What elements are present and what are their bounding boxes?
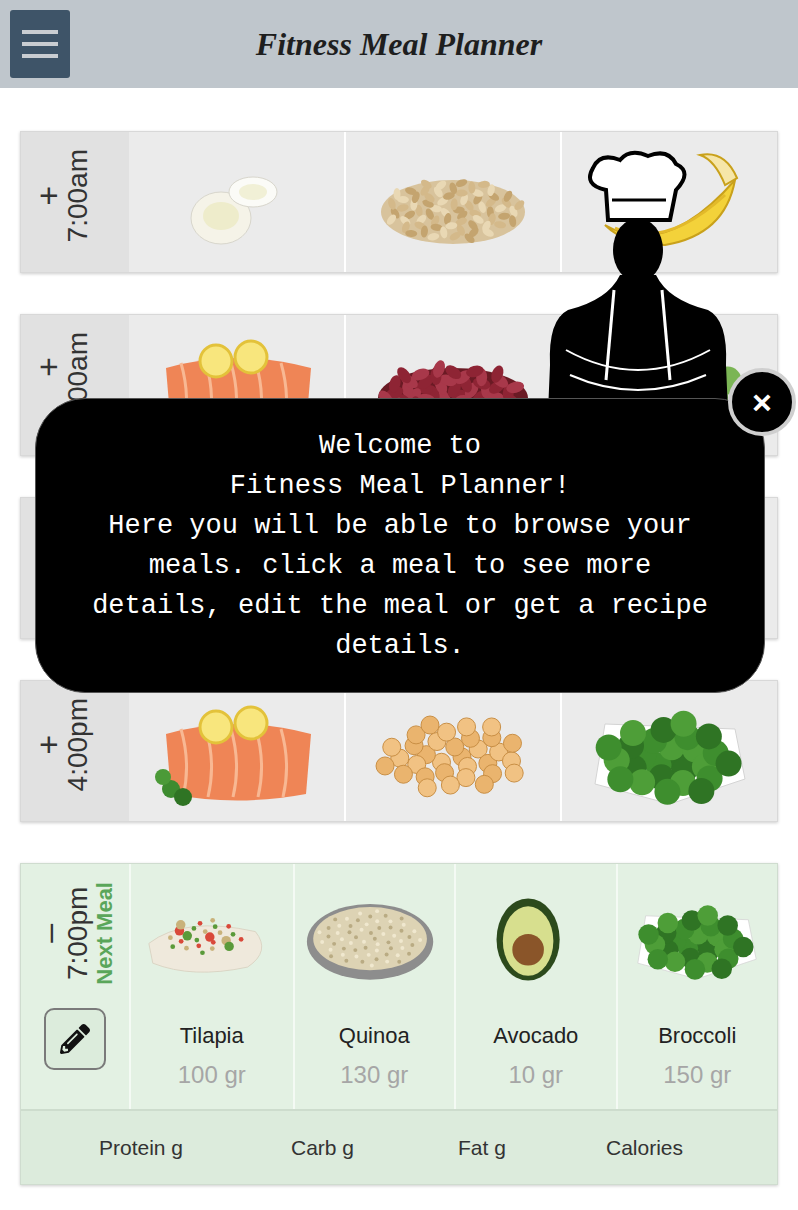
food-cell[interactable] (562, 681, 777, 821)
tooltip-line: Fitness Meal Planner! (230, 466, 570, 506)
food-cell[interactable] (346, 132, 561, 272)
welcome-tooltip: Welcome toFitness Meal Planner!Here you … (35, 398, 765, 693)
food-amount: 100 gr (178, 1060, 246, 1090)
food-cell[interactable]: Avocado 10 gr (454, 864, 616, 1109)
food-amount: 150 gr (663, 1060, 731, 1090)
totals-bar: Protein gCarb gFat gCalories (21, 1109, 777, 1184)
food-cell[interactable] (346, 681, 561, 821)
food-photo (141, 689, 331, 814)
menu-bar-icon (22, 42, 58, 46)
total-label: Carb g (291, 1132, 458, 1164)
meal-label-column: +4:00pm (21, 681, 129, 821)
tooltip-line: meals. click a meal to see more (149, 546, 651, 586)
food-photo (358, 140, 548, 265)
food-cell[interactable]: Tilapia 100 gr (131, 864, 293, 1109)
food-amount: 10 gr (508, 1060, 563, 1090)
tooltip-line: Welcome to (319, 426, 481, 466)
meal-time-label: –7:00pmNext Meal (21, 864, 129, 1004)
expand-toggle[interactable]: + (33, 357, 63, 377)
expand-toggle[interactable]: + (33, 735, 63, 755)
food-name: Tilapia (180, 1022, 244, 1050)
food-photo (299, 875, 449, 1000)
tooltip-line: Here you will be able to browse your (108, 506, 691, 546)
food-photo (358, 689, 548, 814)
food-name: Avocado (493, 1022, 578, 1050)
total-label: Protein g (99, 1132, 291, 1164)
meal-row[interactable]: +4:00pm (20, 680, 778, 822)
meal-label-column: –7:00pmNext Meal (21, 864, 129, 1109)
meal-time-label: +4:00pm (21, 680, 129, 822)
menu-bar-icon (22, 54, 58, 58)
chef-mascot-icon (548, 150, 728, 412)
menu-button[interactable] (10, 10, 70, 78)
meal-time: 4:00pm (63, 698, 93, 791)
expand-toggle[interactable]: + (33, 186, 63, 206)
food-photo (461, 875, 611, 1000)
food-photo (141, 140, 331, 265)
food-photo (622, 875, 772, 1000)
header: Fitness Meal Planner (0, 0, 798, 88)
food-photo (575, 689, 765, 814)
total-label: Calories (606, 1132, 683, 1164)
pencil-icon (60, 1024, 90, 1054)
meal-time-label: +7:00am (21, 131, 129, 273)
meal-time: 7:00am (63, 149, 93, 242)
tooltip-line: details, edit the meal or get a recipe (92, 586, 708, 626)
menu-bar-icon (22, 30, 58, 34)
food-cell[interactable] (129, 132, 344, 272)
food-amount: 130 gr (340, 1060, 408, 1090)
food-name: Quinoa (339, 1022, 410, 1050)
total-label: Fat g (458, 1132, 606, 1164)
expand-toggle[interactable]: – (33, 924, 63, 943)
food-cell[interactable]: Quinoa 130 gr (293, 864, 455, 1109)
meal-time: 00am (63, 332, 93, 402)
food-name: Broccoli (658, 1022, 736, 1050)
meal-time: 7:00pm (63, 887, 93, 980)
app-title: Fitness Meal Planner (80, 20, 718, 68)
tooltip-line: details. (335, 626, 465, 666)
close-button[interactable]: × (728, 368, 796, 436)
food-cell[interactable]: Broccoli 150 gr (616, 864, 778, 1109)
edit-button[interactable] (44, 1008, 106, 1070)
meal-row[interactable]: –7:00pmNext Meal Tilapia 100 gr Quinoa 130 g… (20, 863, 778, 1185)
next-meal-badge: Next Meal (93, 882, 117, 985)
app: Fitness Meal Planner+7:00am+00am+4:00pm–… (0, 0, 798, 1210)
food-photo (137, 875, 287, 1000)
chef-mascot (548, 150, 728, 412)
meal-label-column: +7:00am (21, 132, 129, 272)
food-cell[interactable] (129, 681, 344, 821)
